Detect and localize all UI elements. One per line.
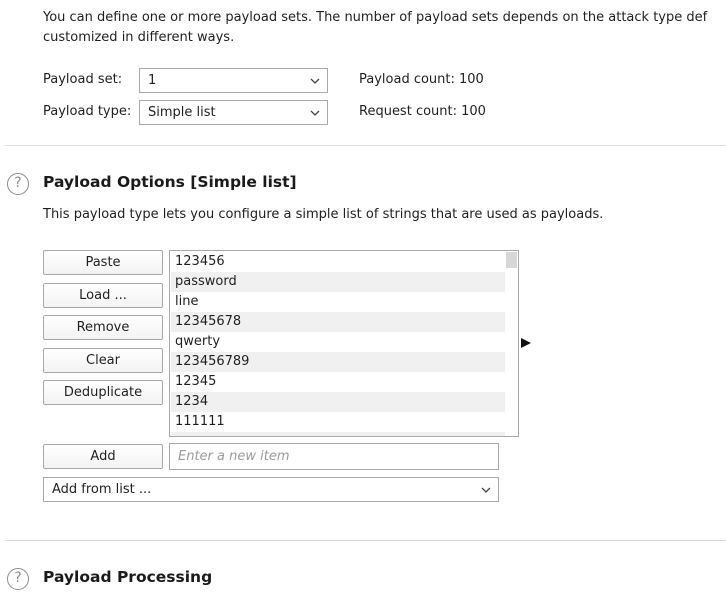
list-scrollbar[interactable] xyxy=(505,251,518,436)
payload-count: Payload count: 100 xyxy=(359,72,484,87)
section-description: This payload type lets you configure a s… xyxy=(43,207,604,222)
scrollbar-thumb[interactable] xyxy=(506,252,517,268)
list-item[interactable]: 12345 xyxy=(171,372,505,392)
chevron-down-icon xyxy=(481,487,491,493)
deduplicate-button[interactable]: Deduplicate xyxy=(43,380,163,405)
list-item[interactable]: line xyxy=(171,292,505,312)
list-item-partial xyxy=(171,432,505,436)
request-count: Request count: 100 xyxy=(359,104,486,119)
intro-text: You can define one or more payload sets.… xyxy=(43,8,726,48)
payload-set-select[interactable]: 1 xyxy=(139,68,328,93)
list-item[interactable]: 123456789 xyxy=(171,352,505,372)
intro-line-2: customized in different ways. xyxy=(43,30,235,45)
list-item[interactable]: 12345678 xyxy=(171,312,505,332)
clear-button[interactable]: Clear xyxy=(43,348,163,373)
payload-type-value: Simple list xyxy=(148,105,216,120)
payload-set-label: Payload set: xyxy=(43,72,123,87)
triangle-right-icon xyxy=(521,338,531,348)
help-icon[interactable]: ? xyxy=(7,173,29,195)
section-divider xyxy=(5,145,726,146)
list-item[interactable]: password xyxy=(171,272,505,292)
add-from-list-select[interactable]: Add from list ... xyxy=(43,477,499,502)
payload-set-value: 1 xyxy=(148,73,157,88)
payload-type-label: Payload type: xyxy=(43,104,132,119)
chevron-down-icon xyxy=(310,110,320,116)
help-icon[interactable]: ? xyxy=(7,568,29,590)
new-item-input[interactable]: Enter a new item xyxy=(169,443,499,470)
list-item[interactable]: qwerty xyxy=(171,332,505,352)
list-item[interactable]: 1234 xyxy=(171,392,505,412)
payload-list[interactable]: 123456 password line 12345678 qwerty 123… xyxy=(169,250,519,437)
remove-button[interactable]: Remove xyxy=(43,315,163,340)
section-title-payload-processing: Payload Processing xyxy=(43,568,213,586)
section-divider xyxy=(5,540,726,541)
payload-type-select[interactable]: Simple list xyxy=(139,100,328,125)
list-item[interactable]: 111111 xyxy=(171,412,505,432)
list-item[interactable]: 123456 xyxy=(171,252,505,272)
intro-line-1: You can define one or more payload sets.… xyxy=(43,10,708,25)
section-title-payload-options: Payload Options [Simple list] xyxy=(43,173,297,191)
chevron-down-icon xyxy=(310,78,320,84)
load-button[interactable]: Load ... xyxy=(43,283,163,308)
paste-button[interactable]: Paste xyxy=(43,250,163,275)
add-button[interactable]: Add xyxy=(43,444,163,469)
add-from-list-value: Add from list ... xyxy=(52,482,152,497)
